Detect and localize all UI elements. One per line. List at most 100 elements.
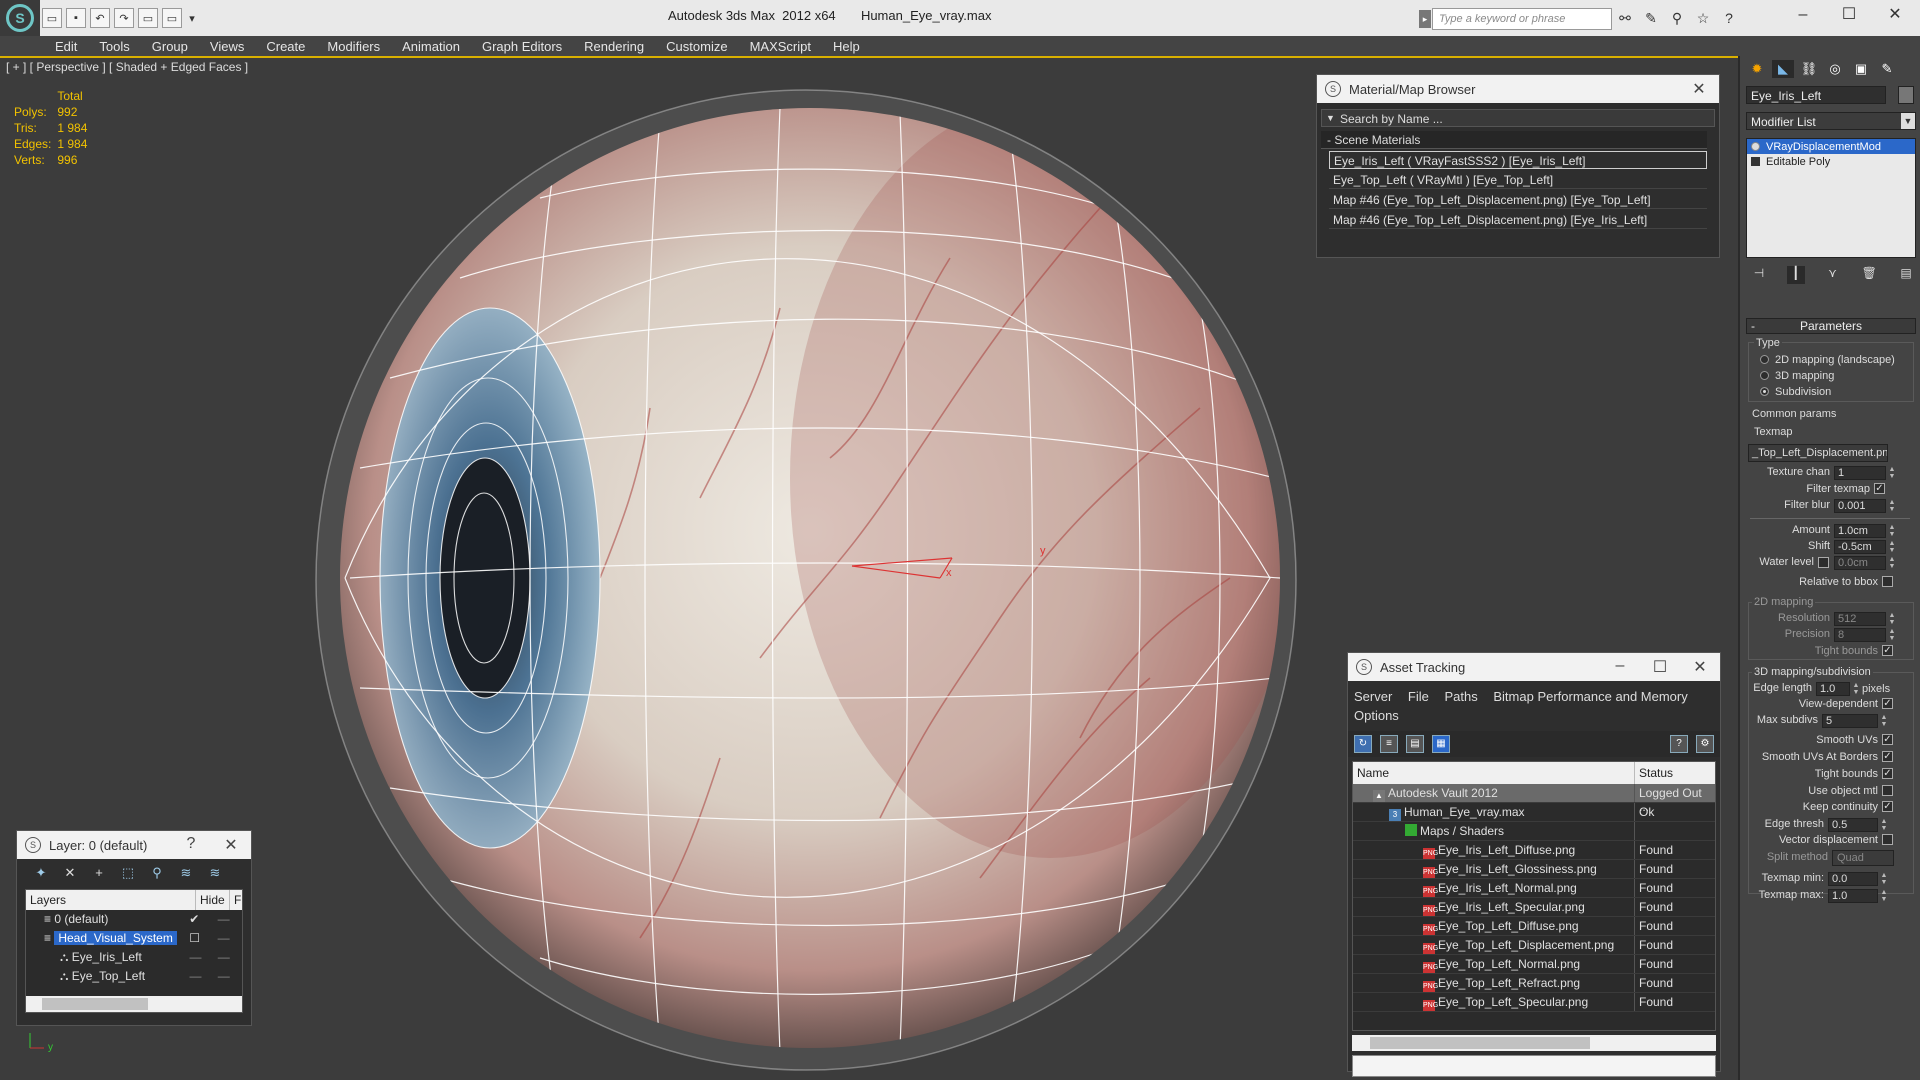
- motion-tab-icon[interactable]: ◎: [1824, 60, 1846, 78]
- maximize-icon[interactable]: ☐: [1640, 657, 1680, 677]
- menu-create[interactable]: Create: [266, 39, 305, 54]
- spinner-arrows-icon[interactable]: ▲ ▼: [1888, 540, 1896, 554]
- display-tab-icon[interactable]: ▣: [1850, 60, 1872, 78]
- resolution-spinner[interactable]: 512: [1834, 612, 1886, 626]
- list-view-icon[interactable]: ≡: [1380, 735, 1398, 753]
- column-freeze[interactable]: F: [230, 890, 242, 910]
- open-file-icon[interactable]: ▭: [42, 8, 62, 28]
- smooth-uvs-checkbox[interactable]: ✓: [1882, 734, 1893, 745]
- hide-toggle[interactable]: ☐: [185, 929, 213, 948]
- save-icon[interactable]: ▪: [66, 8, 86, 28]
- table-row[interactable]: PNGEye_Top_Left_Diffuse.png Found: [1353, 917, 1715, 936]
- hide-toggle[interactable]: —: [186, 948, 214, 967]
- hide-toggle[interactable]: —: [186, 967, 214, 986]
- radio-subdivision[interactable]: Subdivision: [1760, 386, 1831, 398]
- radio-2d-mapping[interactable]: 2D mapping (landscape): [1760, 354, 1895, 366]
- filter-blur-spinner[interactable]: 0.001: [1834, 499, 1886, 513]
- tight-bounds-2d-checkbox[interactable]: ✓: [1882, 645, 1893, 656]
- help-icon[interactable]: ?: [171, 835, 211, 855]
- grid-view-icon[interactable]: ▦: [1432, 735, 1450, 753]
- communication-icon[interactable]: ⚲: [1667, 8, 1687, 28]
- hold-icon[interactable]: ▭: [138, 8, 158, 28]
- menu-graph-editors[interactable]: Graph Editors: [482, 39, 562, 54]
- asset-menu-paths[interactable]: Paths: [1445, 689, 1478, 704]
- table-row[interactable]: PNGEye_Iris_Left_Specular.png Found: [1353, 898, 1715, 917]
- layer-horizontal-scrollbar[interactable]: [26, 996, 242, 1012]
- edge-thresh-spinner[interactable]: 0.5: [1828, 818, 1878, 832]
- close-icon[interactable]: ✕: [1872, 0, 1918, 30]
- spinner-arrows-icon[interactable]: ▲ ▼: [1880, 714, 1888, 728]
- pin-stack-icon[interactable]: ⊣: [1750, 266, 1768, 284]
- spinner-arrows-icon[interactable]: ▲ ▼: [1880, 872, 1888, 886]
- table-row[interactable]: PNGEye_Iris_Left_Normal.png Found: [1353, 879, 1715, 898]
- water-level-checkbox[interactable]: [1818, 557, 1829, 568]
- new-layer-icon[interactable]: ✦: [31, 863, 51, 883]
- layer-manager-titlebar[interactable]: S Layer: 0 (default) ? ✕: [17, 831, 251, 859]
- table-view-icon[interactable]: ▤: [1406, 735, 1424, 753]
- table-row[interactable]: PNGEye_Top_Left_Refract.png Found: [1353, 974, 1715, 993]
- help-icon[interactable]: ?: [1670, 735, 1688, 753]
- menu-views[interactable]: Views: [210, 39, 244, 54]
- scrollbar-thumb[interactable]: [42, 998, 148, 1010]
- water-level-spinner[interactable]: 0.0cm: [1834, 556, 1886, 570]
- radio-3d-mapping[interactable]: 3D mapping: [1760, 370, 1834, 382]
- stack-item[interactable]: Editable Poly: [1747, 154, 1915, 169]
- asset-menu-bitmap[interactable]: Bitmap Performance and Memory: [1493, 689, 1687, 704]
- filter-texmap-checkbox[interactable]: ✓: [1874, 483, 1885, 494]
- freeze-toggle[interactable]: —: [214, 948, 242, 967]
- search-expand-icon[interactable]: ▸: [1419, 10, 1431, 28]
- active-layer-check-icon[interactable]: ✔: [185, 910, 213, 929]
- infocenter-search-input[interactable]: Type a keyword or phrase: [1432, 8, 1612, 30]
- binoculars-icon[interactable]: ⚯: [1615, 8, 1635, 28]
- delete-layer-icon[interactable]: ✕: [60, 863, 80, 883]
- material-item[interactable]: Map #46 (Eye_Top_Left_Displacement.png) …: [1329, 191, 1707, 209]
- material-browser-titlebar[interactable]: S Material/Map Browser ✕: [1317, 75, 1719, 103]
- asset-menu-options[interactable]: Options: [1354, 708, 1399, 723]
- freeze-toggle[interactable]: —: [214, 910, 242, 929]
- spinner-arrows-icon[interactable]: ▲ ▼: [1880, 889, 1888, 903]
- maximize-icon[interactable]: ☐: [1826, 0, 1872, 30]
- hierarchy-tab-icon[interactable]: ⛓: [1798, 60, 1820, 78]
- spinner-arrows-icon[interactable]: ▲ ▼: [1888, 524, 1896, 538]
- asset-menu-file[interactable]: File: [1408, 689, 1429, 704]
- spinner-arrows-icon[interactable]: ▲ ▼: [1888, 556, 1896, 570]
- asset-tracking-titlebar[interactable]: S Asset Tracking – ☐ ✕: [1348, 653, 1720, 681]
- freeze-toggle[interactable]: —: [214, 929, 242, 948]
- modify-tab-icon[interactable]: ◣: [1772, 60, 1794, 78]
- refresh-icon[interactable]: ↻: [1354, 735, 1372, 753]
- tight-bounds-checkbox[interactable]: ✓: [1882, 768, 1893, 779]
- menu-tools[interactable]: Tools: [99, 39, 129, 54]
- freeze-toggle[interactable]: —: [214, 967, 242, 986]
- freeze-all-icon[interactable]: ≋: [205, 863, 225, 883]
- scene-materials-group[interactable]: - Scene Materials: [1321, 131, 1707, 149]
- qat-dropdown-icon[interactable]: ▾: [186, 8, 198, 28]
- settings-icon[interactable]: ⚙: [1696, 735, 1714, 753]
- asset-horizontal-scrollbar[interactable]: [1352, 1035, 1716, 1051]
- table-row[interactable]: PNGEye_Iris_Left_Glossiness.png Found: [1353, 860, 1715, 879]
- column-hide[interactable]: Hide: [196, 890, 230, 910]
- max-subdivs-spinner[interactable]: 5: [1822, 714, 1878, 728]
- relative-bbox-checkbox[interactable]: [1882, 576, 1893, 587]
- layer-row[interactable]: ⛬ Eye_Iris_Left — —: [26, 948, 242, 967]
- material-item[interactable]: Eye_Top_Left ( VRayMtl ) [Eye_Top_Left]: [1329, 171, 1707, 189]
- table-row[interactable]: Maps / Shaders: [1353, 822, 1715, 841]
- asset-menu-server[interactable]: Server: [1354, 689, 1392, 704]
- add-to-layer-icon[interactable]: +: [89, 863, 109, 883]
- edge-length-spinner[interactable]: 1.0: [1816, 682, 1850, 696]
- create-tab-icon[interactable]: ✹: [1746, 60, 1768, 78]
- configure-modifier-sets-icon[interactable]: ▤: [1897, 266, 1915, 284]
- table-row[interactable]: 3 Human_Eye_vray.max Ok: [1353, 803, 1715, 822]
- texture-chan-spinner[interactable]: 1: [1834, 466, 1886, 480]
- table-row[interactable]: PNGEye_Iris_Left_Diffuse.png Found: [1353, 841, 1715, 860]
- minimize-icon[interactable]: –: [1780, 0, 1826, 30]
- menu-animation[interactable]: Animation: [402, 39, 460, 54]
- vector-disp-checkbox[interactable]: [1882, 834, 1893, 845]
- column-layers[interactable]: Layers: [26, 890, 196, 910]
- favorites-star-icon[interactable]: ☆: [1693, 8, 1713, 28]
- precision-spinner[interactable]: 8: [1834, 628, 1886, 642]
- modifier-list-dropdown[interactable]: Modifier List ▼: [1746, 112, 1916, 130]
- layer-row[interactable]: ≡ 0 (default) ✔ —: [26, 910, 242, 929]
- close-icon[interactable]: ✕: [211, 835, 251, 855]
- split-method-dropdown[interactable]: Quad: [1832, 850, 1894, 866]
- hide-all-icon[interactable]: ≋: [176, 863, 196, 883]
